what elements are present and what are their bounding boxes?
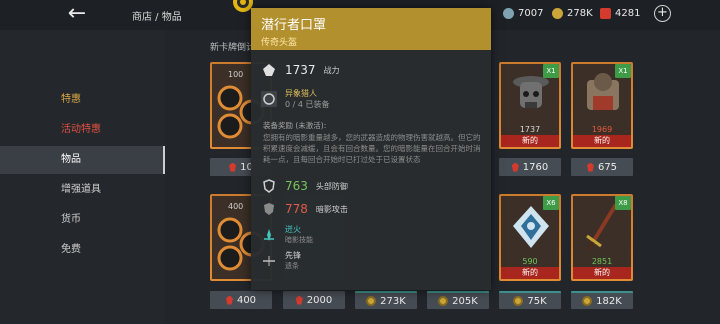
- skill-row: 迸火 暗影技能: [261, 224, 313, 245]
- attack-label: 暗影攻击: [315, 204, 348, 214]
- power-row: 1737 战力: [261, 62, 340, 78]
- price-value: 400: [236, 294, 257, 306]
- new-badge: 新的: [501, 135, 559, 147]
- set-row: 异象猎人 0 / 4 已装备: [261, 88, 330, 110]
- shadow-attack-icon: [261, 201, 277, 217]
- price-button-item[interactable]: 2000: [283, 291, 345, 309]
- coin-value: 278K: [567, 8, 593, 19]
- skill-type: 暗影技能: [285, 236, 313, 244]
- power-label: 战力: [323, 65, 340, 75]
- quantity-badge: X8: [615, 196, 631, 210]
- gem-icon: [586, 162, 594, 172]
- defense-value: 763: [285, 179, 308, 193]
- gem-icon: [295, 295, 303, 305]
- breadcrumb: 商店 / 物品: [132, 12, 182, 23]
- quantity-badge: X6: [543, 196, 559, 210]
- coin-icon: [552, 8, 563, 19]
- price-value: 1760: [522, 161, 549, 173]
- gem-icon: [600, 8, 611, 19]
- item-power: 1969: [591, 125, 613, 134]
- coin-counter: 278K: [552, 8, 593, 19]
- item-tooltip: 潜行者口罩 传奇头盔 1737 战力 异象猎人 0 / 4 已装备 装备奖励 (…: [251, 8, 491, 290]
- sidebar-item-boosts[interactable]: 增强道具: [0, 176, 165, 204]
- price-button-blade-emblem[interactable]: 75K: [499, 291, 561, 309]
- coin-icon: [582, 296, 593, 306]
- price-button-item[interactable]: 205K: [427, 291, 489, 309]
- gem-value: 4281: [615, 8, 641, 19]
- item-power: 2851: [591, 257, 613, 266]
- sidebar-item-free[interactable]: 免费: [0, 236, 165, 264]
- set-bonus-title: 装备奖励 (未激活):: [263, 121, 327, 130]
- price-value: 205K: [452, 295, 478, 307]
- coin-icon: [513, 296, 524, 306]
- price-value: 675: [597, 161, 618, 173]
- back-button[interactable]: ←: [62, 2, 92, 26]
- price-value: 182K: [596, 295, 622, 307]
- helmet-icon: [513, 76, 549, 108]
- perk-row: 先锋 遗条: [261, 250, 301, 271]
- set-name: 异象猎人: [285, 89, 317, 98]
- set-icon: [261, 91, 277, 107]
- item-card-stalker-mask[interactable]: 1737 新的 X1: [499, 62, 561, 149]
- price-value: 2000: [306, 294, 333, 306]
- shadow-skill-icon: [261, 227, 277, 243]
- price-value: 75K: [527, 295, 547, 307]
- add-currency-button[interactable]: +: [654, 5, 671, 22]
- pack-count-label: 100: [228, 70, 244, 79]
- new-badge: 新的: [573, 135, 631, 147]
- coin-icon: [438, 296, 449, 306]
- price-button-item[interactable]: 273K: [355, 291, 417, 309]
- gem-counter: 4281: [600, 8, 640, 19]
- tooltip-subtitle: 传奇头盔: [261, 38, 298, 48]
- item-card-samurai-armor[interactable]: 1969 新的 X1: [571, 62, 633, 149]
- sidebar: 特惠 活动特惠 物品 增强道具 货币 免费: [0, 30, 165, 324]
- gem-icon: [511, 162, 519, 172]
- skill-name: 迸火: [285, 225, 301, 234]
- price-button-pack-large[interactable]: 400: [210, 291, 272, 309]
- stat-attack-row: 778 暗影攻击: [261, 201, 348, 217]
- item-card-blade-emblem[interactable]: 590 新的 X6: [499, 194, 561, 281]
- silver-icon: [503, 8, 514, 19]
- perk-icon: [261, 253, 277, 269]
- price-value: 273K: [380, 295, 406, 307]
- power-value: 1737: [285, 63, 316, 77]
- defense-icon: [261, 178, 277, 194]
- blade-emblem-icon: [513, 206, 549, 248]
- perk-type: 遗条: [285, 262, 299, 270]
- item-card-sword[interactable]: 2851 新的 X8: [571, 194, 633, 281]
- set-count: 0 / 4 已装备: [285, 100, 330, 109]
- new-badge: 新的: [573, 267, 631, 279]
- stat-defense-row: 763 头部防御: [261, 178, 348, 194]
- new-badge: 新的: [501, 267, 559, 279]
- tooltip-header: 潜行者口罩 传奇头盔: [251, 8, 491, 50]
- item-power: 590: [522, 257, 538, 266]
- price-button-samurai-armor[interactable]: 675: [571, 158, 633, 176]
- pack-count-label: 400: [228, 202, 244, 211]
- sidebar-item-items[interactable]: 物品: [0, 146, 165, 174]
- defense-label: 头部防御: [315, 181, 348, 191]
- tooltip-title: 潜行者口罩: [261, 18, 327, 33]
- price-button-sword[interactable]: 182K: [571, 291, 633, 309]
- sidebar-item-currency[interactable]: 货币: [0, 206, 165, 234]
- quantity-badge: X1: [615, 64, 631, 78]
- set-bonus-text: 您拥有的暗影重量越多，您的武器造成的物理伤害就越高。但它的积累速度会减缓，且会有…: [263, 133, 481, 164]
- power-icon: [261, 62, 277, 78]
- sidebar-item-deals[interactable]: 特惠: [0, 86, 165, 114]
- price-button-stalker-mask[interactable]: 1760: [499, 158, 561, 176]
- section-title: 新卡牌倒计: [210, 43, 256, 53]
- sidebar-item-event-deals[interactable]: 活动特惠: [0, 116, 165, 144]
- attack-value: 778: [285, 202, 308, 216]
- gem-icon: [225, 295, 233, 305]
- perk-name: 先锋: [285, 251, 301, 260]
- silver-value: 7007: [518, 8, 544, 19]
- silver-counter: 7007: [503, 8, 543, 19]
- quantity-badge: X1: [543, 64, 559, 78]
- gem-icon: [229, 162, 237, 172]
- coin-icon: [366, 296, 377, 306]
- item-power: 1737: [519, 125, 541, 134]
